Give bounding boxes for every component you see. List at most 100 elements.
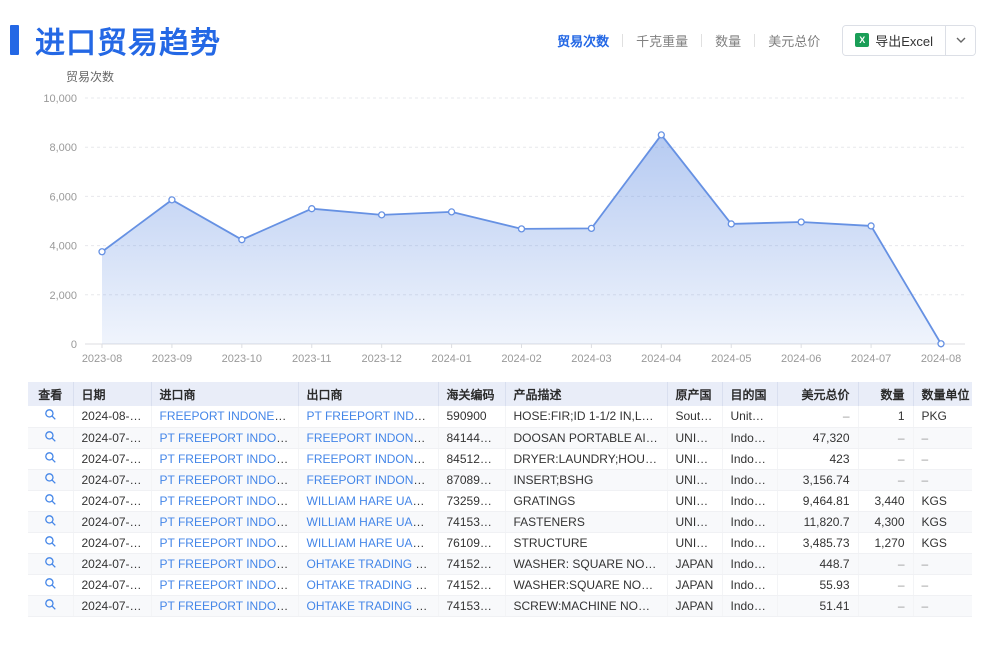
exporter-link[interactable]: OHTAKE TRADING CO ... — [307, 578, 439, 592]
x-axis-tick: 2023-09 — [152, 353, 192, 365]
column-header-view: 查看 — [28, 382, 73, 406]
table-row: 2024-07-31PT FREEPORT INDONE...WILLIAM H… — [28, 511, 972, 532]
cell-destination: Indonesia — [722, 511, 777, 532]
view-row-button[interactable] — [44, 514, 57, 527]
cell-date: 2024-07-31 — [73, 532, 151, 553]
exporter-link[interactable]: PT FREEPORT INDONE... — [307, 409, 439, 423]
title-accent-bar — [10, 25, 19, 55]
cell-unit: – — [913, 595, 972, 616]
data-point[interactable] — [588, 225, 594, 231]
magnifier-icon — [44, 598, 57, 611]
exporter-link[interactable]: FREEPORT INDONESIA... — [307, 473, 439, 487]
tab-trade-count[interactable]: 贸易次数 — [557, 31, 609, 50]
importer-link[interactable]: PT FREEPORT INDONE... — [160, 578, 299, 592]
cell-usd_total: 448.7 — [777, 553, 858, 574]
cell-hs_code: 73259920 — [438, 490, 505, 511]
cell-product: GRATINGS — [505, 490, 667, 511]
importer-link[interactable]: FREEPORT INDONESIA... — [160, 409, 299, 423]
export-dropdown-button[interactable] — [945, 26, 975, 55]
export-excel-button[interactable]: X 导出Excel — [843, 26, 945, 55]
importer-link[interactable]: PT FREEPORT INDONE... — [160, 536, 299, 550]
tab-quantity[interactable]: 数量 — [715, 31, 741, 50]
data-point[interactable] — [938, 341, 944, 347]
cell-quantity: – — [858, 427, 913, 448]
data-point[interactable] — [169, 197, 175, 203]
cell-origin: UNITED ... — [667, 532, 722, 553]
importer-link[interactable]: PT FREEPORT INDONE... — [160, 599, 299, 613]
cell-usd_total: 423 — [777, 448, 858, 469]
cell-date: 2024-07-31 — [73, 469, 151, 490]
cell-origin: South Ko... — [667, 406, 722, 427]
cell-quantity: 1 — [858, 406, 913, 427]
column-header-unit: 数量单位 — [913, 382, 972, 406]
data-point[interactable] — [519, 226, 525, 232]
view-row-button[interactable] — [44, 493, 57, 506]
exporter-link[interactable]: FREEPORT INDONESIA... — [307, 431, 439, 445]
importer-link[interactable]: PT FREEPORT INDONE... — [160, 473, 299, 487]
data-point[interactable] — [658, 132, 664, 138]
tab-divider — [701, 34, 702, 47]
view-row-button[interactable] — [44, 577, 57, 590]
cell-quantity: – — [858, 469, 913, 490]
cell-date: 2024-07-31 — [73, 553, 151, 574]
cell-hs_code: 74152100 — [438, 553, 505, 574]
cell-destination: Indonesia — [722, 595, 777, 616]
trade-records-section: 查看日期进口商出口商海关编码产品描述原产国目的国美元总价数量数量单位 2024-… — [28, 382, 1000, 617]
cell-usd_total: 3,485.73 — [777, 532, 858, 553]
x-axis-tick: 2024-06 — [781, 353, 821, 365]
header-controls: 贸易次数 千克重量 数量 美元总价 X 导出Excel — [557, 25, 976, 56]
data-point[interactable] — [309, 206, 315, 212]
data-point[interactable] — [99, 249, 105, 255]
table-row: 2024-07-31 PT FREEPORT INDONE... FREEPORT … — [28, 469, 972, 490]
data-point[interactable] — [868, 223, 874, 229]
data-point[interactable] — [728, 221, 734, 227]
exporter-link[interactable]: OHTAKE TRADING CO ... — [307, 599, 439, 613]
importer-link[interactable]: PT FREEPORT INDONE... — [160, 431, 299, 445]
exporter-link[interactable]: WILLIAM HARE UAE LLC — [307, 494, 439, 508]
cell-usd_total: 51.41 — [777, 595, 858, 616]
data-point[interactable] — [239, 237, 245, 243]
exporter-link[interactable]: OHTAKE TRADING CO ... — [307, 557, 439, 571]
trade-trend-area-chart: 02,0004,0006,0008,00010,0002023-082023-0… — [30, 68, 970, 373]
y-axis-tick: 6,000 — [49, 191, 77, 203]
table-row: 2024-07-31PT FREEPORT INDONE...WILLIAM H… — [28, 490, 972, 511]
cell-quantity: 4,300 — [858, 511, 913, 532]
x-axis-tick: 2023-11 — [292, 353, 332, 365]
cell-quantity: 1,270 — [858, 532, 913, 553]
view-row-button[interactable] — [44, 430, 57, 443]
view-row-button[interactable] — [44, 451, 57, 464]
column-header-origin: 原产国 — [667, 382, 722, 406]
cell-unit: PKG — [913, 406, 972, 427]
cell-origin: UNITED ... — [667, 427, 722, 448]
view-row-button[interactable] — [44, 535, 57, 548]
tab-usd-total[interactable]: 美元总价 — [768, 31, 820, 50]
y-axis-tick: 4,000 — [49, 241, 77, 253]
data-point[interactable] — [449, 209, 455, 215]
exporter-link[interactable]: WILLIAM HARE UAE LLC — [307, 536, 439, 550]
exporter-link[interactable]: FREEPORT INDONESIA... — [307, 452, 439, 466]
importer-link[interactable]: PT FREEPORT INDONE... — [160, 494, 299, 508]
data-point[interactable] — [798, 219, 804, 225]
x-axis-tick: 2024-05 — [711, 353, 751, 365]
view-row-button[interactable] — [44, 472, 57, 485]
importer-link[interactable]: PT FREEPORT INDONE... — [160, 557, 299, 571]
tab-kg-weight[interactable]: 千克重量 — [636, 31, 688, 50]
view-row-button[interactable] — [44, 408, 57, 421]
cell-hs_code: 84144000 — [438, 427, 505, 448]
cell-hs_code: 87089999 — [438, 469, 505, 490]
view-row-button[interactable] — [44, 556, 57, 569]
importer-link[interactable]: PT FREEPORT INDONE... — [160, 515, 299, 529]
cell-product: DRYER:LAUNDRY;HOUSEHOLD,... — [505, 448, 667, 469]
column-header-date: 日期 — [73, 382, 151, 406]
cell-unit: – — [913, 574, 972, 595]
importer-link[interactable]: PT FREEPORT INDONE... — [160, 452, 299, 466]
cell-quantity: – — [858, 448, 913, 469]
view-row-button[interactable] — [44, 598, 57, 611]
magnifier-icon — [44, 430, 57, 443]
data-point[interactable] — [379, 212, 385, 218]
exporter-link[interactable]: WILLIAM HARE UAE LLC — [307, 515, 439, 529]
cell-product: FASTENERS — [505, 511, 667, 532]
cell-destination: United St... — [722, 406, 777, 427]
x-axis-tick: 2024-08 — [921, 353, 961, 365]
cell-origin: JAPAN — [667, 553, 722, 574]
